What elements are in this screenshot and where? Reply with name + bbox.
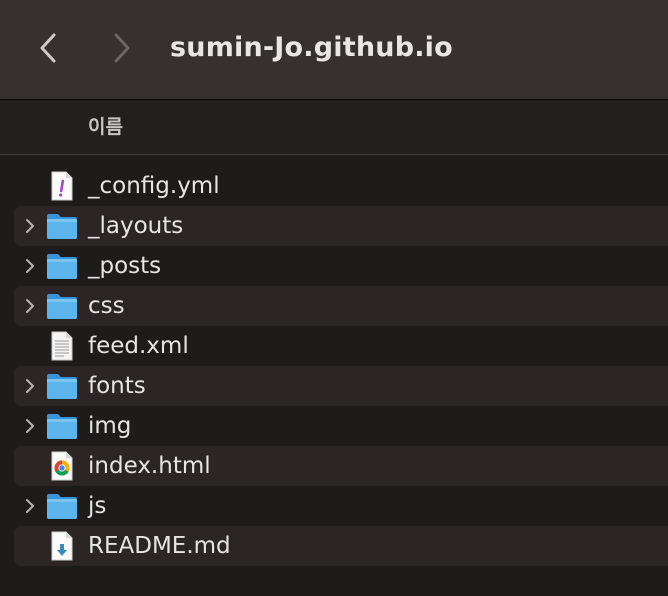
file-row[interactable]: img xyxy=(14,406,668,446)
disclosure-triangle[interactable] xyxy=(23,418,37,434)
file-name: js xyxy=(88,493,107,519)
chevron-right-icon xyxy=(26,219,34,233)
file-name: _posts xyxy=(88,253,162,279)
chevron-right-icon xyxy=(26,499,34,513)
column-header-name[interactable]: 이름 xyxy=(88,115,123,139)
chevron-left-icon xyxy=(40,33,56,63)
folder-icon xyxy=(46,491,78,521)
disclosure-triangle[interactable] xyxy=(23,218,37,234)
chevron-right-icon xyxy=(26,299,34,313)
chevron-right-icon xyxy=(114,33,130,63)
file-name: img xyxy=(88,413,132,439)
file-name: fonts xyxy=(88,373,146,399)
file-name: _config.yml xyxy=(88,173,220,199)
markdown-file-icon xyxy=(46,531,78,561)
folder-icon xyxy=(46,211,78,241)
column-header: 이름 xyxy=(0,101,668,155)
chevron-right-icon xyxy=(26,259,34,273)
file-row[interactable]: _layouts xyxy=(14,206,668,246)
disclosure-triangle[interactable] xyxy=(23,378,37,394)
window-title: sumin-Jo.github.io xyxy=(170,32,453,63)
file-row[interactable]: feed.xml xyxy=(14,326,668,366)
back-button[interactable] xyxy=(30,28,66,68)
disclosure-triangle[interactable] xyxy=(23,298,37,314)
chevron-right-icon xyxy=(26,419,34,433)
file-row[interactable]: index.html xyxy=(14,446,668,486)
yaml-file-icon xyxy=(46,171,78,201)
forward-button[interactable] xyxy=(104,28,140,68)
toolbar: sumin-Jo.github.io xyxy=(0,0,668,100)
finder-window: sumin-Jo.github.io 이름 _config.yml _layout… xyxy=(0,0,668,596)
file-name: README.md xyxy=(88,533,231,559)
file-name: index.html xyxy=(88,453,211,479)
folder-icon xyxy=(46,371,78,401)
folder-icon xyxy=(46,411,78,441)
disclosure-triangle[interactable] xyxy=(23,498,37,514)
file-row[interactable]: _config.yml xyxy=(14,166,668,206)
xml-file-icon xyxy=(46,331,78,361)
file-row[interactable]: fonts xyxy=(14,366,668,406)
file-name: feed.xml xyxy=(88,333,189,359)
chrome-html-file-icon xyxy=(46,451,78,481)
file-list: _config.yml _layouts _postscss feed.xml font… xyxy=(0,166,668,566)
folder-icon xyxy=(46,291,78,321)
file-row[interactable]: README.md xyxy=(14,526,668,566)
file-name: _layouts xyxy=(88,213,184,239)
file-row[interactable]: js xyxy=(14,486,668,526)
disclosure-triangle[interactable] xyxy=(23,258,37,274)
file-row[interactable]: _posts xyxy=(14,246,668,286)
chevron-right-icon xyxy=(26,379,34,393)
file-name: css xyxy=(88,293,125,319)
folder-icon xyxy=(46,251,78,281)
file-row[interactable]: css xyxy=(14,286,668,326)
